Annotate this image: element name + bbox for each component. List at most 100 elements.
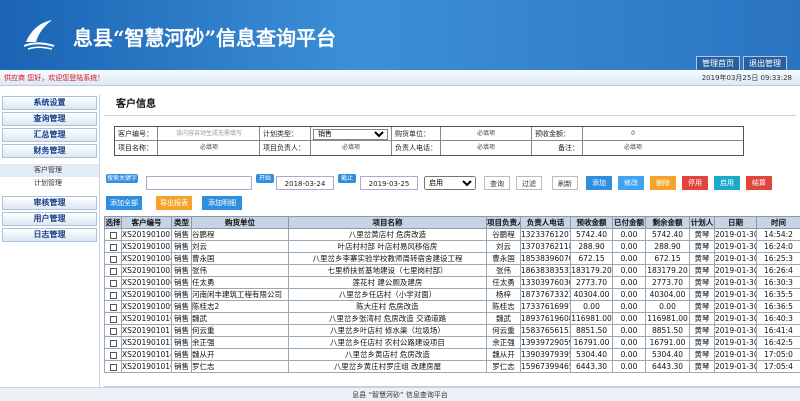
sidebar-item-user[interactable]: 用户管理 <box>2 212 97 226</box>
logo-icon <box>23 20 55 50</box>
end-date-input[interactable]: 2019-03-25 <box>360 176 418 190</box>
sidebar-item-log[interactable]: 日志管理 <box>2 228 97 242</box>
table-cell: 黄琴 <box>689 240 715 253</box>
sidebar-item-query[interactable]: 查询管理 <box>2 112 97 126</box>
table-cell: 116981.00 <box>645 312 690 325</box>
table-cell: 黄琴 <box>689 324 715 337</box>
column-header[interactable]: 项目名称 <box>288 216 487 229</box>
disable-button[interactable]: 停用 <box>682 176 708 190</box>
prepay-field[interactable]: 0 <box>583 127 683 141</box>
column-header[interactable]: 购货单位 <box>191 216 289 229</box>
checkbox-icon[interactable] <box>109 339 117 347</box>
sidebar-item-audit[interactable]: 审核管理 <box>2 196 97 210</box>
table-row[interactable]: XS201901006 销售 任太勇 莲花村 建公厕及建房 任太勇 13303976030… <box>104 276 800 289</box>
table-row[interactable]: XS201901002 销售 刘云 叶店村村部 叶店村易风移俗房 刘云 137037621… <box>104 240 800 253</box>
column-header[interactable]: 客户编号 <box>121 216 172 229</box>
table-cell: 罗仁志 <box>486 360 521 373</box>
manage-home-button[interactable]: 管理首页 <box>696 56 740 70</box>
checkbox-icon[interactable] <box>109 363 117 371</box>
project-name-field[interactable]: 必填项 <box>159 141 259 155</box>
column-header[interactable]: 项目负责人 <box>486 216 521 229</box>
leader-phone-field[interactable]: 必填项 <box>441 141 531 155</box>
table-row[interactable]: XS201901011 销售 何云重 八里岔乡叶店村 修水渠（垃圾场） 何云重 15837… <box>104 324 800 337</box>
row-checkbox[interactable] <box>104 360 122 373</box>
refresh-button[interactable]: 刷新 <box>552 176 578 190</box>
add-button[interactable]: 添加 <box>586 176 612 190</box>
table-cell: 黄琴 <box>689 336 715 349</box>
row-checkbox[interactable] <box>104 348 122 361</box>
sidebar-sub-plan[interactable]: 计划管理 <box>0 177 99 190</box>
column-header[interactable]: 计划人 <box>689 216 715 229</box>
status-select[interactable]: 启用 <box>424 176 476 190</box>
table-row[interactable]: XS201901008 销售 河南闲丰建筑工程有限公司 八里岔乡任店村（小学对面） 杨梓… <box>104 288 800 301</box>
customer-no-field[interactable]: 该内容自动生成无需填写 <box>159 127 259 141</box>
table-row[interactable]: XS201901004 销售 曹永国 八里岔乡李寨实验学校教师周转宿舍建设工程 曹永国 1… <box>104 252 800 265</box>
purchase-unit-field[interactable]: 必填项 <box>441 127 531 141</box>
checkbox-icon[interactable] <box>109 291 117 299</box>
row-checkbox[interactable] <box>104 240 122 253</box>
table-cell: 谷鹏程 <box>191 228 289 241</box>
table-row[interactable]: XS201901014 销售 魏从开 八里岔乡黄店村 危房改造 魏从开 139039793… <box>104 348 800 361</box>
row-checkbox[interactable] <box>104 276 122 289</box>
row-checkbox[interactable] <box>104 336 122 349</box>
row-checkbox[interactable] <box>104 312 122 325</box>
table-cell: 河南闲丰建筑工程有限公司 <box>191 288 289 301</box>
checkbox-icon[interactable] <box>109 243 117 251</box>
remark-field[interactable]: 必填项 <box>583 141 683 155</box>
column-header[interactable]: 时间 <box>756 216 800 229</box>
row-checkbox[interactable] <box>104 300 122 313</box>
table-cell: 销售 <box>171 264 192 277</box>
add-all-button[interactable]: 添加全部 <box>106 196 142 210</box>
settle-button[interactable]: 结算 <box>746 176 772 190</box>
checkbox-icon[interactable] <box>109 231 117 239</box>
add-detail-button[interactable]: 添加明细 <box>202 196 242 210</box>
column-header[interactable]: 负责人电话 <box>520 216 571 229</box>
table-cell: 任太勇 <box>191 276 289 289</box>
plan-type-select[interactable]: 销售 <box>313 129 388 140</box>
edit-button[interactable]: 修改 <box>618 176 644 190</box>
row-checkbox[interactable] <box>104 252 122 265</box>
table-row[interactable]: XS201901005 销售 张伟 七里桥扶贫基地建设（七里岗村部） 张伟 1863838… <box>104 264 800 277</box>
table-cell: 16:30:3 <box>756 276 800 289</box>
sidebar-item-summary[interactable]: 汇总管理 <box>2 128 97 142</box>
table-row[interactable]: XS201901012 销售 余正强 八里岔乡任店村 农村公路建设项目 余正强 13939… <box>104 336 800 349</box>
column-header[interactable]: 剩余金额 <box>645 216 690 229</box>
column-header[interactable]: 日期 <box>714 216 757 229</box>
table-cell: 任太勇 <box>486 276 521 289</box>
checkbox-icon[interactable] <box>109 315 117 323</box>
filter-button[interactable]: 过滤 <box>516 176 542 190</box>
checkbox-icon[interactable] <box>109 351 117 359</box>
enable-button[interactable]: 启用 <box>714 176 740 190</box>
logout-button[interactable]: 退出管理 <box>743 56 787 70</box>
start-label: 开始 <box>256 174 274 183</box>
keyword-input[interactable] <box>146 176 252 190</box>
column-header[interactable]: 选择 <box>104 216 122 229</box>
checkbox-icon[interactable] <box>109 255 117 263</box>
row-checkbox[interactable] <box>104 324 122 337</box>
table-cell: 40304.00 <box>645 288 690 301</box>
column-header[interactable]: 类型 <box>171 216 192 229</box>
sidebar-sub-customer[interactable]: 客户管理 <box>0 164 99 177</box>
query-button[interactable]: 查询 <box>484 176 510 190</box>
sidebar-item-system[interactable]: 系统设置 <box>2 96 97 110</box>
table-cell: XS201901002 <box>121 240 172 253</box>
checkbox-icon[interactable] <box>109 267 117 275</box>
table-cell: 17:05:4 <box>756 360 800 373</box>
checkbox-icon[interactable] <box>109 279 117 287</box>
checkbox-icon[interactable] <box>109 303 117 311</box>
checkbox-icon[interactable] <box>109 327 117 335</box>
export-button[interactable]: 导出报表 <box>156 196 192 210</box>
table-row[interactable]: XS201901001 销售 谷鹏程 八里岔黄店村 危房改造 谷鹏程 1323376120… <box>104 228 800 241</box>
column-header[interactable]: 已付金额 <box>612 216 646 229</box>
table-row[interactable]: XS201901009 销售 陈桂志2 陈大庄村 危房改造 陈桂志 17337616991… <box>104 300 800 313</box>
table-row[interactable]: XS201901016 销售 罗仁志 八里岔乡黄庄村罗庄组 改建房屋 罗仁志 159673… <box>104 360 800 373</box>
row-checkbox[interactable] <box>104 288 122 301</box>
table-row[interactable]: XS201901010 销售 魏武 八里岔乡张湾村 危房改造 交通道路 魏武 189376… <box>104 312 800 325</box>
sidebar-item-finance[interactable]: 财务管理 <box>2 144 97 158</box>
row-checkbox[interactable] <box>104 228 122 241</box>
column-header[interactable]: 预收金额 <box>570 216 613 229</box>
delete-button[interactable]: 删除 <box>650 176 676 190</box>
start-date-input[interactable]: 2018-03-24 <box>276 176 334 190</box>
project-leader-field[interactable]: 必填项 <box>311 141 391 155</box>
row-checkbox[interactable] <box>104 264 122 277</box>
